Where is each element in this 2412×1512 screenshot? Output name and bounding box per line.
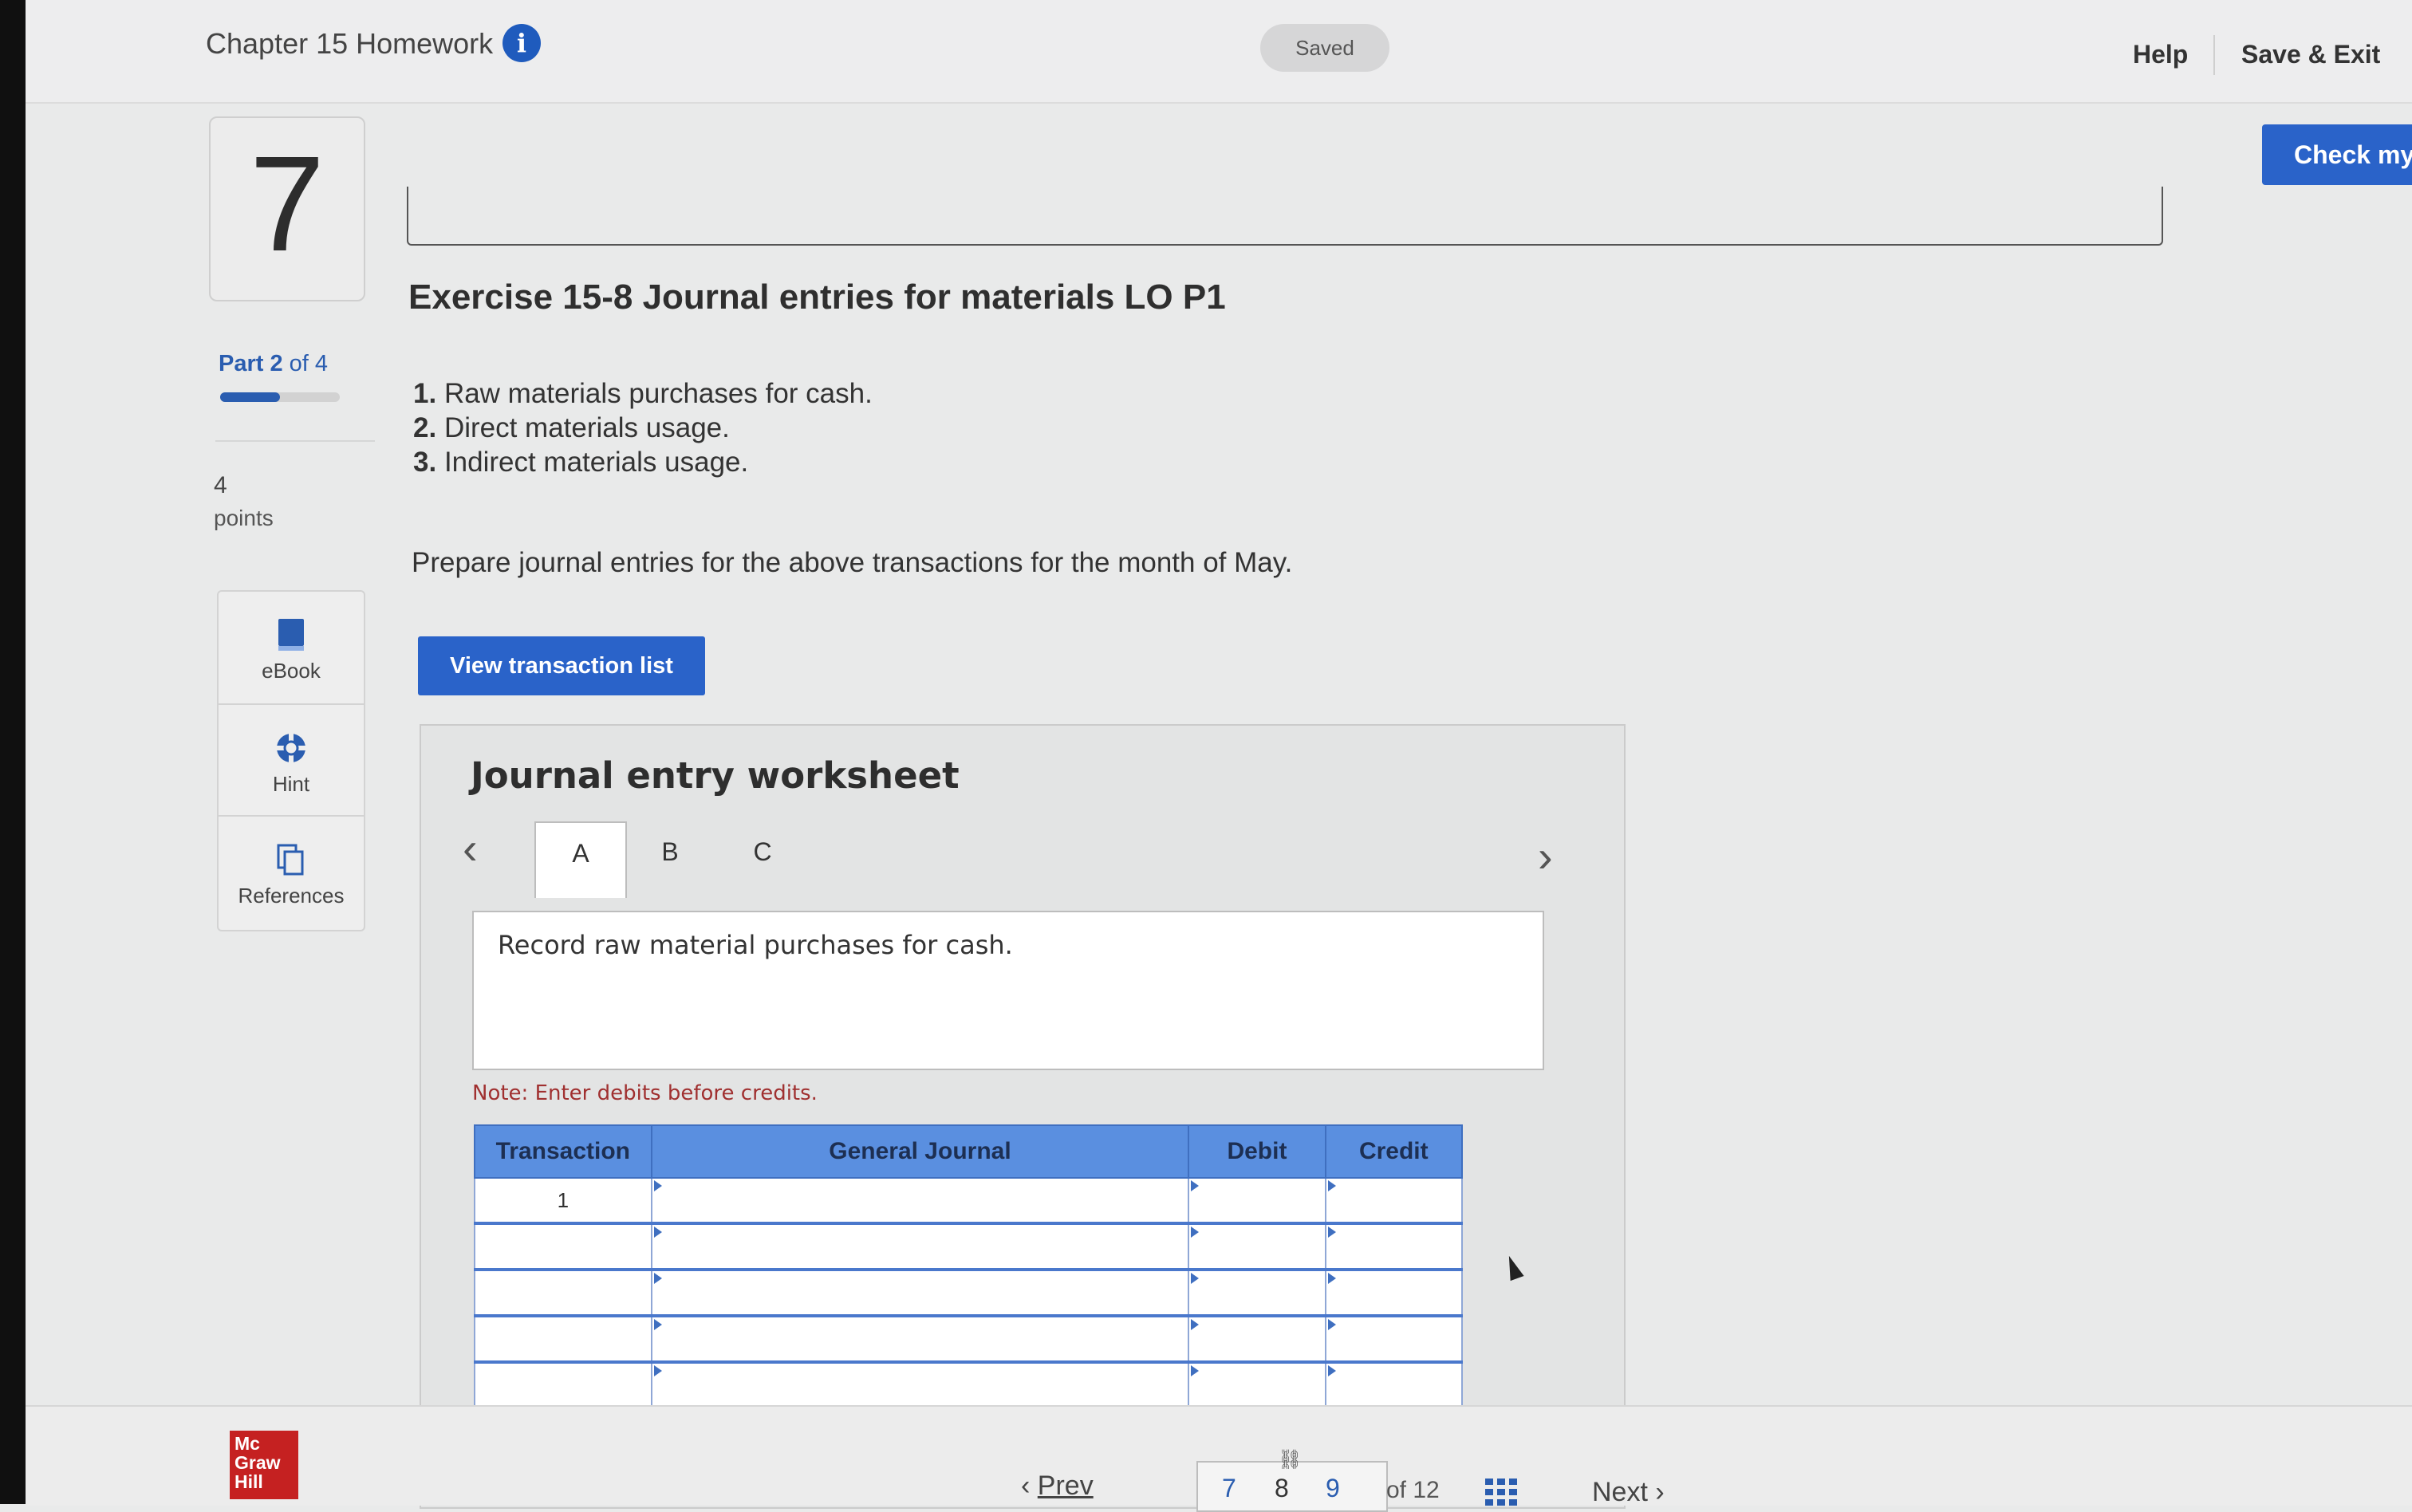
top-bar-divider — [2213, 35, 2215, 75]
account-select[interactable] — [650, 1362, 1190, 1410]
col-debit: Debit — [1188, 1124, 1326, 1179]
help-link[interactable]: Help — [2133, 40, 2188, 69]
credit-input[interactable] — [1324, 1316, 1464, 1364]
tab-c[interactable]: C — [718, 821, 807, 896]
prev-label: Prev — [1037, 1471, 1094, 1501]
table-row — [474, 1270, 1464, 1317]
page-total: of 12 — [1386, 1477, 1440, 1503]
page-8-current[interactable]: 8 — [1275, 1474, 1289, 1503]
mcgraw-hill-logo: Mc Graw Hill — [230, 1431, 298, 1499]
col-credit: Credit — [1324, 1124, 1464, 1179]
worksheet-next-arrow[interactable]: › — [1538, 834, 1553, 879]
assignment-title: Chapter 15 Homework — [206, 27, 494, 60]
ebook-label: eBook — [262, 659, 321, 683]
transaction-list: 1. Raw materials purchases for cash. 2. … — [413, 376, 873, 479]
tab-b[interactable]: B — [625, 821, 715, 896]
view-transaction-list-button[interactable]: View transaction list — [418, 636, 705, 695]
list-item: 3. Indirect materials usage. — [413, 447, 749, 478]
top-bar: Chapter 15 Homework i Saved Help Save & … — [26, 0, 2412, 104]
chevron-left-icon: ‹ — [1021, 1471, 1038, 1501]
transaction-cell — [474, 1223, 652, 1271]
part-of-total: of 4 — [289, 351, 329, 376]
transaction-description-box: Record raw material purchases for cash. — [472, 911, 1544, 1070]
credit-input[interactable] — [1324, 1178, 1464, 1225]
copy-icon — [277, 844, 304, 876]
credit-input[interactable] — [1324, 1223, 1464, 1271]
table-row — [474, 1316, 1464, 1364]
list-item: 1. Raw materials purchases for cash. — [413, 378, 873, 409]
references-button[interactable]: References — [219, 815, 364, 928]
transaction-cell — [474, 1362, 652, 1410]
list-item: 2. Direct materials usage. — [413, 412, 730, 443]
tab-a[interactable]: A — [534, 821, 627, 898]
credit-input[interactable] — [1324, 1362, 1464, 1410]
part-indicator: Part 2 of 4 — [219, 351, 328, 377]
transaction-cell — [474, 1316, 652, 1364]
points-value: 4 — [214, 472, 227, 498]
part-progress-bar — [220, 392, 340, 402]
next-button[interactable]: Next › — [1592, 1477, 1665, 1508]
left-divider — [215, 440, 375, 442]
book-icon — [278, 619, 304, 651]
grid-icon[interactable] — [1485, 1479, 1517, 1506]
prev-button[interactable]: ‹ Prev — [1021, 1471, 1094, 1502]
question-number: 7 — [249, 128, 325, 280]
page-7-link[interactable]: 7 — [1222, 1474, 1236, 1503]
tools-panel: eBook Hint References — [217, 590, 365, 931]
page-selector: ⛓ 7 8 9 — [1196, 1449, 1388, 1512]
footer-bar: Mc Graw Hill ‹ Prev ⛓ 7 8 9 of 12 Next › — [26, 1405, 2412, 1512]
saved-status-badge: Saved — [1260, 24, 1389, 72]
points-label: points — [214, 506, 274, 530]
part-label: Part 2 — [219, 351, 283, 376]
hint-label: Hint — [272, 772, 310, 796]
account-select[interactable] — [650, 1178, 1190, 1225]
part-progress-fill — [220, 392, 280, 402]
question-number-box: 7 — [209, 116, 365, 301]
hint-button[interactable]: Hint — [219, 703, 364, 817]
transaction-cell: 1 — [474, 1178, 652, 1225]
check-my-work-button[interactable]: Check my — [2262, 124, 2412, 185]
exercise-title: Exercise 15-8 Journal entries for materi… — [408, 278, 1226, 317]
save-exit-button[interactable]: Save & Exit — [2241, 40, 2380, 69]
account-select[interactable] — [650, 1316, 1190, 1364]
credit-input[interactable] — [1324, 1270, 1464, 1317]
next-label: Next — [1592, 1477, 1648, 1507]
debit-input[interactable] — [1188, 1362, 1326, 1410]
references-label: References — [238, 884, 345, 908]
transaction-cell — [474, 1270, 652, 1317]
page-9-link[interactable]: 9 — [1326, 1474, 1340, 1503]
account-select[interactable] — [650, 1223, 1190, 1271]
lifebuoy-icon — [277, 734, 305, 762]
link-icon: ⛓ — [1278, 1449, 1303, 1471]
table-row: 1 — [474, 1178, 1464, 1225]
worksheet-title: Journal entry worksheet — [471, 754, 960, 797]
screen-bezel — [0, 0, 26, 1504]
debit-input[interactable] — [1188, 1178, 1326, 1225]
col-transaction: Transaction — [474, 1124, 652, 1179]
table-row — [474, 1362, 1464, 1410]
transaction-description: Record raw material purchases for cash. — [498, 930, 1013, 960]
ebook-button[interactable]: eBook — [219, 592, 364, 703]
debit-input[interactable] — [1188, 1270, 1326, 1317]
instruction-text: Prepare journal entries for the above tr… — [412, 547, 1293, 578]
journal-entry-worksheet: Journal entry worksheet ‹ A B C › Record… — [420, 724, 1626, 1509]
entry-note: Note: Enter debits before credits. — [472, 1081, 818, 1105]
debit-input[interactable] — [1188, 1223, 1326, 1271]
debit-input[interactable] — [1188, 1316, 1326, 1364]
col-general-journal: General Journal — [650, 1124, 1190, 1179]
info-icon[interactable]: i — [503, 24, 541, 62]
answer-frame-top — [407, 187, 2163, 246]
account-select[interactable] — [650, 1270, 1190, 1317]
worksheet-prev-arrow[interactable]: ‹ — [463, 826, 478, 871]
chevron-right-icon: › — [1647, 1477, 1665, 1507]
table-row — [474, 1223, 1464, 1271]
